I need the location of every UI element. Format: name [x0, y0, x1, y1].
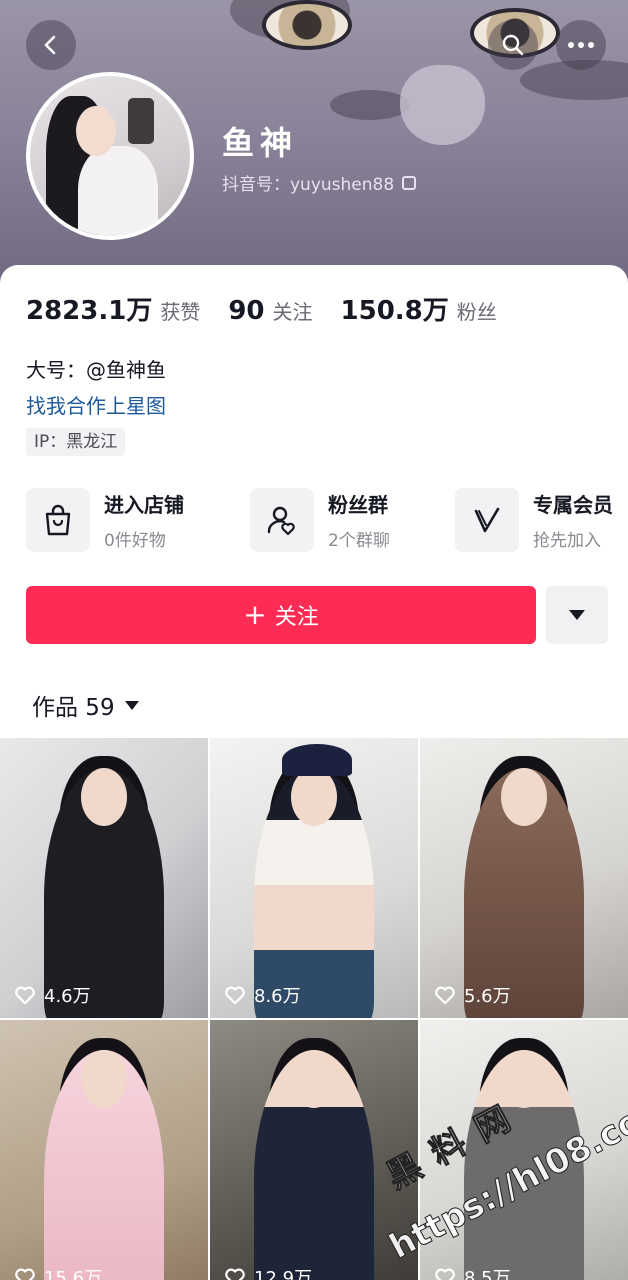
- heart-icon: [225, 1268, 245, 1280]
- plus-icon: +: [243, 598, 267, 631]
- entry-shop[interactable]: 进入店铺 0件好物: [26, 488, 184, 552]
- avatar-body: [78, 146, 158, 236]
- copy-icon[interactable]: [402, 175, 417, 190]
- search-button[interactable]: [488, 20, 538, 70]
- avatar[interactable]: [26, 72, 194, 240]
- video-tile[interactable]: 15.6万: [0, 1020, 208, 1280]
- entry-fan-group[interactable]: 粉丝群 2个群聊: [250, 488, 390, 552]
- works-label: 作品 59: [32, 695, 115, 721]
- search-icon: [502, 34, 524, 56]
- stat-following[interactable]: 90 关注: [228, 296, 312, 326]
- video-likes: 4.6万: [14, 982, 91, 1008]
- heart-icon: [225, 986, 245, 1005]
- video-likes: 15.6万: [14, 1264, 102, 1280]
- stat-likes[interactable]: 2823.1万 获赞: [26, 290, 200, 327]
- more-options-button[interactable]: [556, 20, 606, 70]
- works-tab[interactable]: 作品 59: [32, 688, 139, 722]
- video-tile[interactable]: 8.6万: [210, 738, 418, 1018]
- back-arrow-icon: [44, 35, 56, 55]
- shopping-bag-icon: [26, 488, 90, 552]
- video-likes-count: 8.6万: [254, 986, 301, 1007]
- tile-face: [81, 1050, 127, 1108]
- entry-fan-group-subtitle: 2个群聊: [328, 531, 390, 551]
- stats-row: 2823.1万 获赞 90 关注 150.8万 粉丝: [26, 290, 525, 327]
- profile-name: 鱼神: [222, 124, 299, 162]
- heart-icon: [435, 986, 455, 1005]
- tile-face: [501, 1050, 547, 1108]
- caret-down-icon: [124, 700, 139, 710]
- video-likes-count: 12.9万: [254, 1268, 313, 1280]
- heart-icon: [15, 986, 35, 1005]
- stat-followers[interactable]: 150.8万 粉丝: [341, 290, 497, 327]
- entry-vip-subtitle: 抢先加入: [533, 531, 601, 551]
- video-likes-count: 15.6万: [44, 1268, 103, 1280]
- more-dots-icon: [568, 42, 594, 48]
- video-likes-count: 8.5万: [464, 1268, 511, 1280]
- avatar-phone: [128, 98, 154, 144]
- fan-group-icon: [250, 488, 314, 552]
- heart-icon: [435, 1268, 455, 1280]
- video-likes: 5.6万: [434, 982, 511, 1008]
- banner-stripe: [330, 90, 410, 120]
- video-tile[interactable]: 5.6万: [420, 738, 628, 1018]
- video-likes: 8.6万: [224, 982, 301, 1008]
- followers-label: 粉丝: [456, 300, 497, 324]
- video-likes: 8.5万: [434, 1264, 511, 1280]
- tile-face: [291, 1050, 337, 1108]
- entry-fan-group-title: 粉丝群: [328, 493, 388, 517]
- douyin-id-row[interactable]: 抖音号：yuyushen88: [222, 170, 417, 195]
- entry-shop-subtitle: 0件好物: [104, 531, 166, 551]
- entry-vip-title: 专属会员: [533, 493, 613, 517]
- following-count: 90: [228, 296, 265, 326]
- tile-face: [81, 768, 127, 826]
- tile-face: [501, 768, 547, 826]
- banner-eye-left: [262, 0, 352, 50]
- vip-v-icon: [455, 488, 519, 552]
- video-tile[interactable]: 4.6万: [0, 738, 208, 1018]
- heart-icon: [15, 1268, 35, 1280]
- tile-face: [291, 768, 337, 826]
- tile-police-cap: [282, 744, 352, 776]
- ip-location-tag: IP：黑龙江: [26, 428, 126, 456]
- likes-count: 2823.1万: [26, 296, 153, 326]
- chevron-down-icon: [569, 610, 585, 620]
- entry-vip[interactable]: 专属会员 抢先加入: [455, 488, 613, 552]
- following-label: 关注: [272, 300, 313, 324]
- banner-nose: [400, 65, 485, 145]
- likes-label: 获赞: [160, 300, 201, 324]
- bio-cooperation-link[interactable]: 找我合作上星图: [26, 390, 166, 419]
- followers-count: 150.8万: [340, 296, 449, 326]
- video-likes: 12.9万: [224, 1264, 312, 1280]
- entry-shop-title: 进入店铺: [104, 493, 184, 517]
- follow-dropdown-button[interactable]: [546, 586, 608, 644]
- bio-main-account[interactable]: 大号：@鱼神鱼: [26, 354, 166, 383]
- video-grid: 4.6万 8.6万 5.6万 15.6万 12.9万 8.5万: [0, 738, 628, 1280]
- follow-button[interactable]: + 关注: [26, 586, 536, 644]
- douyin-id: 抖音号：yuyushen88: [222, 175, 395, 195]
- video-likes-count: 5.6万: [464, 986, 511, 1007]
- back-button[interactable]: [26, 20, 76, 70]
- video-likes-count: 4.6万: [44, 986, 91, 1007]
- follow-label: 关注: [274, 605, 319, 630]
- avatar-face: [76, 106, 116, 156]
